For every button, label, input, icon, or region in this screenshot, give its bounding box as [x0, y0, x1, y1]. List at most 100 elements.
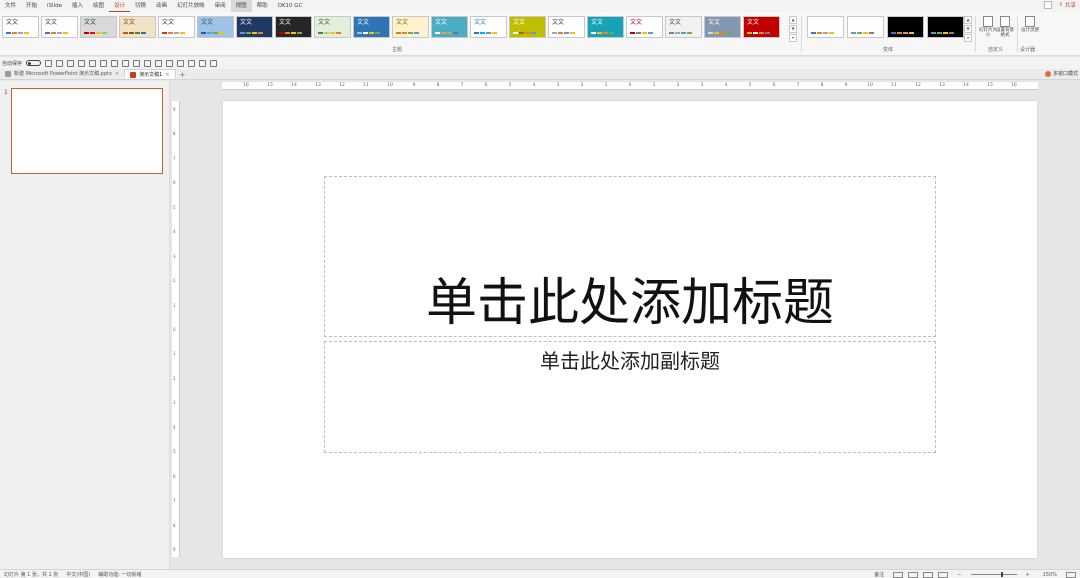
language-indicator[interactable]: 中文(中国)	[62, 571, 94, 578]
scroll-up-icon[interactable]: ▲	[789, 16, 797, 24]
table-icon[interactable]	[100, 59, 108, 67]
title-placeholder-text: 单击此处添加标题	[425, 274, 834, 333]
theme-thumbnail[interactable]: 文文	[509, 16, 546, 38]
menu-item[interactable]: 绘图	[88, 0, 109, 12]
theme-thumbnail[interactable]: 文文	[158, 16, 195, 38]
menu-item[interactable]: 帮助	[252, 0, 273, 12]
close-tab-icon[interactable]: ×	[165, 70, 169, 80]
theme-thumbnail[interactable]: 文文	[275, 16, 312, 38]
start-from-beginning-icon[interactable]	[78, 59, 86, 67]
group-icon[interactable]	[155, 59, 163, 67]
picture-icon[interactable]	[111, 59, 119, 67]
menu-item[interactable]: 开始	[21, 0, 42, 12]
ruler-tick-label: 6	[772, 83, 776, 88]
ribbon-separator	[801, 16, 802, 52]
theme-label: 文文	[84, 19, 97, 26]
redo-icon[interactable]	[67, 59, 75, 67]
theme-thumbnail[interactable]: 文文	[236, 16, 273, 38]
document-tab[interactable]: 新建 Microsoft PowerPoint 演示文稿.pptx ×	[0, 69, 124, 79]
shapes-icon[interactable]	[122, 59, 130, 67]
theme-thumbnail[interactable]: 文文	[392, 16, 429, 38]
expand-gallery-icon[interactable]: ▾	[964, 34, 972, 42]
theme-thumbnail[interactable]: 文文	[41, 16, 78, 38]
theme-thumbnail[interactable]: 文文	[626, 16, 663, 38]
group-label-custom: 自定义	[988, 47, 1004, 53]
font-color-icon[interactable]	[166, 59, 174, 67]
autosave-toggle[interactable]	[26, 60, 42, 66]
theme-label: 文文	[513, 19, 526, 26]
menu-item[interactable]: 文件	[0, 0, 21, 12]
notes-button[interactable]: 备注	[870, 571, 888, 578]
slideshow-icon[interactable]	[938, 571, 949, 578]
fit-to-window-icon[interactable]	[1066, 571, 1076, 578]
menu-item[interactable]: 审阅	[210, 0, 231, 12]
save-icon[interactable]	[45, 59, 53, 67]
scroll-down-icon[interactable]: ▼	[789, 25, 797, 33]
textbox-icon[interactable]	[133, 59, 141, 67]
theme-label: 文文	[162, 19, 175, 26]
menu-item[interactable]: 动画	[151, 0, 172, 12]
theme-thumbnail[interactable]: 文文	[704, 16, 741, 38]
title-placeholder[interactable]: 单击此处添加标题	[324, 176, 936, 337]
undo-icon[interactable]	[56, 59, 64, 67]
theme-thumbnail[interactable]: 文文	[470, 16, 507, 38]
slide-thumbnail[interactable]	[11, 88, 163, 174]
new-tab-icon[interactable]: +	[176, 71, 190, 79]
comments-icon[interactable]	[1044, 1, 1053, 9]
ruler-tick-label: 9	[844, 83, 848, 88]
zoom-level[interactable]: 150%	[1039, 572, 1061, 578]
theme-thumbnail[interactable]: 文文	[119, 16, 156, 38]
menu-item[interactable]: iSlide	[42, 0, 67, 12]
reading-view-icon[interactable]	[923, 571, 934, 578]
customize-qat-icon[interactable]	[210, 59, 218, 67]
scroll-down-icon[interactable]: ▼	[964, 25, 972, 33]
menu-item[interactable]: 视图	[230, 0, 252, 12]
theme-thumbnail[interactable]: 文文	[80, 16, 117, 38]
crop-icon[interactable]	[199, 59, 207, 67]
align-icon[interactable]	[144, 59, 152, 67]
zoom-slider[interactable]	[970, 572, 1017, 577]
accessibility-status[interactable]: 辅助功能: 一切就绪	[94, 571, 145, 578]
format-background-button[interactable]: 设置背景格式	[995, 16, 1015, 38]
theme-thumbnail[interactable]: 文文	[743, 16, 780, 38]
ruler-tick-label: 2	[676, 83, 680, 88]
theme-label: 文文	[279, 19, 292, 26]
slide-canvas[interactable]: 单击此处添加标题 单击此处添加副标题	[223, 101, 1037, 558]
zoom-out-icon[interactable]: −	[953, 572, 965, 578]
zoom-slider-knob[interactable]	[1000, 572, 1003, 577]
multiwindow-button[interactable]: 多窗口模式	[1044, 70, 1078, 77]
outline-icon[interactable]	[188, 59, 196, 67]
multiwindow-label: 多窗口模式	[1052, 71, 1078, 77]
fill-color-icon[interactable]	[177, 59, 185, 67]
new-slide-icon[interactable]	[89, 59, 97, 67]
share-button[interactable]: ⇪ 共享	[1058, 1, 1076, 9]
theme-thumbnail[interactable]: 文文	[353, 16, 390, 38]
document-tab[interactable]: 演示文稿1 ×	[124, 69, 176, 80]
variant-thumbnail[interactable]	[807, 16, 844, 38]
ruler-tick-label: 3	[173, 253, 176, 259]
theme-thumbnail[interactable]: 文文	[314, 16, 351, 38]
theme-thumbnail[interactable]: 文文	[431, 16, 468, 38]
variant-thumbnail[interactable]	[887, 16, 924, 38]
variant-thumbnail[interactable]	[847, 16, 884, 38]
theme-thumbnail[interactable]: 文文	[2, 16, 39, 38]
theme-thumbnail[interactable]: 文文	[665, 16, 702, 38]
zoom-in-icon[interactable]: +	[1022, 572, 1034, 578]
menu-item[interactable]: 幻灯片放映	[172, 0, 210, 12]
design-ideas-button[interactable]: 设计灵感	[1020, 16, 1040, 33]
menu-item[interactable]: 设计	[109, 0, 131, 12]
expand-gallery-icon[interactable]: ▾	[789, 34, 797, 42]
normal-view-icon[interactable]	[893, 571, 904, 578]
menu-item[interactable]: 切换	[130, 0, 151, 12]
scroll-up-icon[interactable]: ▲	[964, 16, 972, 24]
subtitle-placeholder[interactable]: 单击此处添加副标题	[324, 341, 936, 453]
theme-thumbnail[interactable]: 文文	[548, 16, 585, 38]
variant-thumbnail[interactable]	[927, 16, 964, 38]
theme-color-swatches	[669, 32, 692, 34]
theme-thumbnail[interactable]: 文文	[197, 16, 234, 38]
menu-item[interactable]: 插入	[67, 0, 88, 12]
menu-item[interactable]: OK10 GC	[273, 0, 308, 12]
slide-sorter-icon[interactable]	[908, 571, 919, 578]
theme-thumbnail[interactable]: 文文	[587, 16, 624, 38]
close-tab-icon[interactable]: ×	[115, 69, 119, 79]
